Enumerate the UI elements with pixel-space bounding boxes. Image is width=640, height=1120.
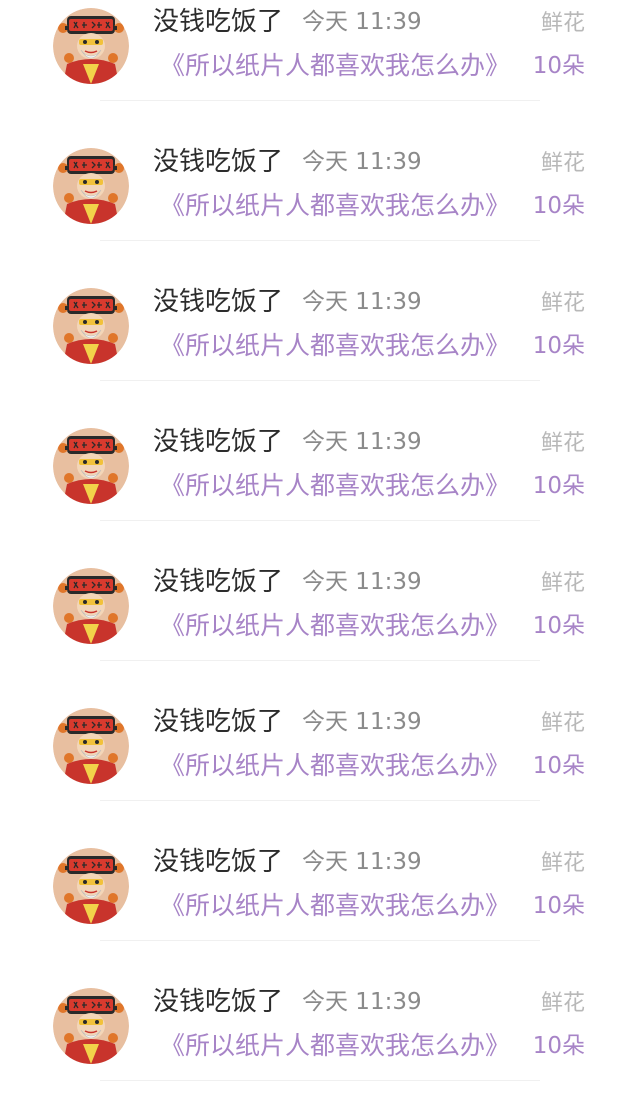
user-avatar[interactable] <box>53 8 129 84</box>
row-divider <box>100 520 540 521</box>
book-title-link[interactable]: 《所以纸片人都喜欢我怎么办》 <box>160 189 510 223</box>
gift-type-label: 鲜花 <box>540 571 585 596</box>
gift-record-row[interactable]: 没钱吃饭了 今天 11:39 《所以纸片人都喜欢我怎么办》 鲜花 10朵 <box>0 280 640 420</box>
gift-type-label: 鲜花 <box>540 11 585 36</box>
row-divider <box>100 100 540 101</box>
gift-time: 今天 11:39 <box>302 569 422 595</box>
god-of-wealth-avatar-icon <box>53 988 129 1064</box>
user-name[interactable]: 没钱吃饭了 <box>153 705 283 739</box>
gift-time: 今天 11:39 <box>302 429 422 455</box>
god-of-wealth-avatar-icon <box>53 148 129 224</box>
gift-record-row[interactable]: 没钱吃饭了 今天 11:39 《所以纸片人都喜欢我怎么办》 鲜花 10朵 <box>0 140 640 280</box>
user-avatar[interactable] <box>53 148 129 224</box>
row-divider <box>100 660 540 661</box>
book-title-link[interactable]: 《所以纸片人都喜欢我怎么办》 <box>160 1029 510 1063</box>
user-avatar[interactable] <box>53 848 129 924</box>
gift-record-row[interactable]: 没钱吃饭了 今天 11:39 《所以纸片人都喜欢我怎么办》 鲜花 10朵 <box>0 840 640 980</box>
gift-time: 今天 11:39 <box>302 149 422 175</box>
gift-record-row[interactable]: 没钱吃饭了 今天 11:39 《所以纸片人都喜欢我怎么办》 鲜花 10朵 <box>0 980 640 1120</box>
gift-record-row[interactable]: 没钱吃饭了 今天 11:39 《所以纸片人都喜欢我怎么办》 鲜花 10朵 <box>0 560 640 700</box>
gift-count: 10朵 <box>532 613 585 639</box>
god-of-wealth-avatar-icon <box>53 568 129 644</box>
row-divider <box>100 800 540 801</box>
row-divider <box>100 940 540 941</box>
gift-count: 10朵 <box>532 893 585 919</box>
user-name[interactable]: 没钱吃饭了 <box>153 285 283 319</box>
user-avatar[interactable] <box>53 988 129 1064</box>
gift-record-row[interactable]: 没钱吃饭了 今天 11:39 《所以纸片人都喜欢我怎么办》 鲜花 10朵 <box>0 700 640 840</box>
gift-type-label: 鲜花 <box>540 431 585 456</box>
gift-record-row[interactable]: 没钱吃饭了 今天 11:39 《所以纸片人都喜欢我怎么办》 鲜花 10朵 <box>0 0 640 140</box>
user-name[interactable]: 没钱吃饭了 <box>153 565 283 599</box>
user-avatar[interactable] <box>53 708 129 784</box>
gift-count: 10朵 <box>532 473 585 499</box>
user-name[interactable]: 没钱吃饭了 <box>153 145 283 179</box>
user-avatar[interactable] <box>53 288 129 364</box>
user-name[interactable]: 没钱吃饭了 <box>153 985 283 1019</box>
gift-type-label: 鲜花 <box>540 151 585 176</box>
gift-type-label: 鲜花 <box>540 711 585 736</box>
book-title-link[interactable]: 《所以纸片人都喜欢我怎么办》 <box>160 889 510 923</box>
gift-count: 10朵 <box>532 333 585 359</box>
row-divider <box>100 380 540 381</box>
gift-type-label: 鲜花 <box>540 291 585 316</box>
gift-time: 今天 11:39 <box>302 9 422 35</box>
row-divider <box>100 1080 540 1081</box>
user-avatar[interactable] <box>53 568 129 644</box>
god-of-wealth-avatar-icon <box>53 708 129 784</box>
gift-count: 10朵 <box>532 193 585 219</box>
gift-time: 今天 11:39 <box>302 849 422 875</box>
god-of-wealth-avatar-icon <box>53 848 129 924</box>
user-name[interactable]: 没钱吃饭了 <box>153 5 283 39</box>
book-title-link[interactable]: 《所以纸片人都喜欢我怎么办》 <box>160 329 510 363</box>
user-name[interactable]: 没钱吃饭了 <box>153 425 283 459</box>
user-name[interactable]: 没钱吃饭了 <box>153 845 283 879</box>
gift-count: 10朵 <box>532 753 585 779</box>
gift-record-list: 没钱吃饭了 今天 11:39 《所以纸片人都喜欢我怎么办》 鲜花 10朵 没钱吃… <box>0 0 640 1120</box>
god-of-wealth-avatar-icon <box>53 288 129 364</box>
book-title-link[interactable]: 《所以纸片人都喜欢我怎么办》 <box>160 469 510 503</box>
gift-count: 10朵 <box>532 1033 585 1059</box>
book-title-link[interactable]: 《所以纸片人都喜欢我怎么办》 <box>160 609 510 643</box>
gift-time: 今天 11:39 <box>302 289 422 315</box>
god-of-wealth-avatar-icon <box>53 428 129 504</box>
row-divider <box>100 240 540 241</box>
book-title-link[interactable]: 《所以纸片人都喜欢我怎么办》 <box>160 749 510 783</box>
gift-time: 今天 11:39 <box>302 989 422 1015</box>
gift-type-label: 鲜花 <box>540 851 585 876</box>
god-of-wealth-avatar-icon <box>53 8 129 84</box>
gift-time: 今天 11:39 <box>302 709 422 735</box>
user-avatar[interactable] <box>53 428 129 504</box>
gift-count: 10朵 <box>532 53 585 79</box>
gift-record-row[interactable]: 没钱吃饭了 今天 11:39 《所以纸片人都喜欢我怎么办》 鲜花 10朵 <box>0 420 640 560</box>
book-title-link[interactable]: 《所以纸片人都喜欢我怎么办》 <box>160 49 510 83</box>
gift-type-label: 鲜花 <box>540 991 585 1016</box>
